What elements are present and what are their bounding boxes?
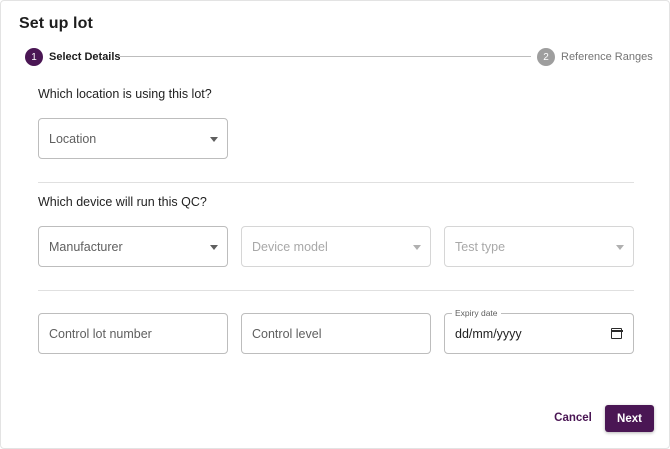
next-button[interactable]: Next	[605, 405, 654, 432]
control-lot-number-input[interactable]: Control lot number	[38, 313, 228, 354]
location-select-label: Location	[49, 131, 97, 146]
device-model-select[interactable]: Device model	[241, 226, 431, 267]
arrow-drop-down-icon	[210, 137, 218, 142]
expiry-date-value: dd/mm/yyyy	[455, 326, 522, 341]
cancel-button[interactable]: Cancel	[549, 408, 597, 428]
device-model-select-label: Device model	[252, 239, 328, 254]
manufacturer-select-label: Manufacturer	[49, 239, 123, 254]
expiry-date-label: Expiry date	[452, 308, 501, 318]
dialog-title: Set up lot	[19, 15, 93, 32]
arrow-drop-down-icon	[210, 245, 218, 250]
stepper-connector	[120, 56, 531, 57]
step-number-badge: 1	[25, 48, 43, 66]
location-select[interactable]: Location	[38, 118, 228, 159]
arrow-drop-down-icon	[616, 245, 624, 250]
step-select-details: 1 Select Details	[25, 48, 121, 66]
expiry-date-input[interactable]: Expiry date dd/mm/yyyy	[444, 308, 634, 354]
location-question: Which location is using this lot?	[38, 87, 212, 101]
step-number-badge: 2	[537, 48, 555, 66]
control-level-placeholder: Control level	[252, 326, 322, 341]
arrow-drop-down-icon	[413, 245, 421, 250]
step-label: Reference Ranges	[561, 51, 653, 63]
calendar-icon[interactable]	[610, 328, 623, 339]
device-question: Which device will run this QC?	[38, 195, 207, 209]
setup-lot-dialog: Set up lot 1 Select Details 2 Reference …	[0, 0, 670, 449]
step-label: Select Details	[49, 51, 121, 63]
manufacturer-select[interactable]: Manufacturer	[38, 226, 228, 267]
control-lot-number-placeholder: Control lot number	[49, 326, 152, 341]
control-level-input[interactable]: Control level	[241, 313, 431, 354]
test-type-select-label: Test type	[455, 239, 506, 254]
section-divider	[38, 182, 634, 183]
section-divider	[38, 290, 634, 291]
test-type-select[interactable]: Test type	[444, 226, 634, 267]
step-reference-ranges: 2 Reference Ranges	[537, 48, 653, 66]
